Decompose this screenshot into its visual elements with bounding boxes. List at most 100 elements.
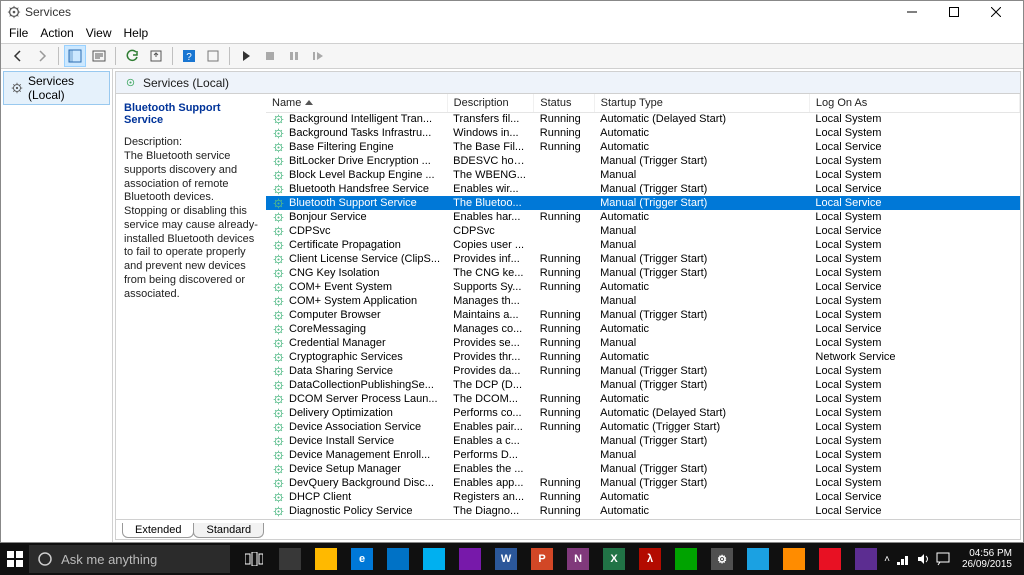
service-row[interactable]: Block Level Backup Engine ...The WBENG..… <box>266 168 1020 182</box>
column-header[interactable]: Status <box>534 94 594 112</box>
tray-chevron-up-icon[interactable]: ˄ <box>884 554 890 565</box>
taskbar-app[interactable]: X <box>596 543 632 575</box>
gear-icon <box>272 449 285 462</box>
tab-extended[interactable]: Extended <box>122 523 194 538</box>
toolbar-button[interactable] <box>202 45 224 67</box>
taskbar-app[interactable] <box>776 543 812 575</box>
minimize-button[interactable] <box>891 1 933 23</box>
list-scroll[interactable]: NameDescriptionStatusStartup TypeLog On … <box>266 94 1020 519</box>
taskbar-app[interactable] <box>812 543 848 575</box>
gear-icon <box>272 463 285 476</box>
service-row[interactable]: Device Install ServiceEnables a c...Manu… <box>266 434 1020 448</box>
show-hide-tree-button[interactable] <box>64 45 86 67</box>
tray-network-icon[interactable] <box>896 552 910 566</box>
tree-node-services-local[interactable]: Services (Local) <box>3 71 110 105</box>
service-row[interactable]: Certificate PropagationCopies user ...Ma… <box>266 238 1020 252</box>
taskbar-app[interactable]: ⚙ <box>704 543 740 575</box>
service-row[interactable]: BitLocker Drive Encryption ...BDESVC hos… <box>266 154 1020 168</box>
tray-volume-icon[interactable] <box>916 552 930 566</box>
menu-file[interactable]: File <box>9 26 28 40</box>
taskbar-app[interactable]: e <box>344 543 380 575</box>
cell: Manual (Trigger Start) <box>594 434 809 448</box>
service-row[interactable]: Bluetooth Support ServiceThe Bluetoo...M… <box>266 196 1020 210</box>
help-button[interactable]: ? <box>178 45 200 67</box>
gear-icon <box>272 505 285 518</box>
menu-action[interactable]: Action <box>40 26 73 40</box>
service-row[interactable]: COM+ Event SystemSupports Sy...RunningAu… <box>266 280 1020 294</box>
gear-icon <box>272 379 285 392</box>
service-row[interactable]: Device Management Enroll...Performs D...… <box>266 448 1020 462</box>
pause-service-button[interactable] <box>283 45 305 67</box>
column-header[interactable]: Log On As <box>809 94 1019 112</box>
service-row[interactable]: Delivery OptimizationPerforms co...Runni… <box>266 406 1020 420</box>
services-window: Services File Action View Help ? <box>0 0 1024 543</box>
service-row[interactable]: Computer BrowserMaintains a...RunningMan… <box>266 308 1020 322</box>
service-row[interactable]: Bluetooth Handsfree ServiceEnables wir..… <box>266 182 1020 196</box>
app-icon <box>7 5 21 19</box>
taskbar-app[interactable]: W <box>488 543 524 575</box>
cell: Manual (Trigger Start) <box>594 476 809 490</box>
menu-help[interactable]: Help <box>124 26 149 40</box>
taskbar-app[interactable] <box>416 543 452 575</box>
menu-view[interactable]: View <box>86 26 112 40</box>
service-row[interactable]: DataCollectionPublishingSe...The DCP (D.… <box>266 378 1020 392</box>
service-row[interactable]: Bonjour ServiceEnables har...RunningAuto… <box>266 210 1020 224</box>
cell <box>534 154 594 168</box>
taskbar-app[interactable] <box>848 543 884 575</box>
service-row[interactable]: COM+ System ApplicationManages th...Manu… <box>266 294 1020 308</box>
column-header[interactable]: Name <box>266 94 447 112</box>
service-row[interactable]: Data Sharing ServiceProvides da...Runnin… <box>266 364 1020 378</box>
tab-standard[interactable]: Standard <box>193 523 264 538</box>
taskbar-app[interactable] <box>452 543 488 575</box>
cell <box>534 378 594 392</box>
column-header[interactable]: Description <box>447 94 534 112</box>
gear-icon <box>272 267 285 280</box>
clock[interactable]: 04:56 PM 26/09/2015 <box>956 548 1018 570</box>
service-row[interactable]: CDPSvcCDPSvcManualLocal Service <box>266 224 1020 238</box>
service-row[interactable]: Diagnostic Policy ServiceThe Diagno...Ru… <box>266 504 1020 518</box>
taskbar-app[interactable]: N <box>560 543 596 575</box>
service-row[interactable]: DevQuery Background Disc...Enables app..… <box>266 476 1020 490</box>
service-row[interactable]: Background Intelligent Tran...Transfers … <box>266 112 1020 126</box>
service-row[interactable]: Device Association ServiceEnables pair..… <box>266 420 1020 434</box>
taskbar-app[interactable] <box>380 543 416 575</box>
back-button[interactable] <box>7 45 29 67</box>
start-service-button[interactable] <box>235 45 257 67</box>
task-view-button[interactable] <box>236 543 272 575</box>
tray-action-center-icon[interactable] <box>936 552 950 566</box>
taskbar-app[interactable] <box>740 543 776 575</box>
cell: Local System <box>809 364 1019 378</box>
service-row[interactable]: Base Filtering EngineThe Base Fil...Runn… <box>266 140 1020 154</box>
cell: Manual (Trigger Start) <box>594 378 809 392</box>
export-button[interactable] <box>145 45 167 67</box>
start-button[interactable] <box>0 543 29 575</box>
taskbar-app[interactable]: P <box>524 543 560 575</box>
column-header[interactable]: Startup Type <box>594 94 809 112</box>
service-row[interactable]: Client License Service (ClipS...Provides… <box>266 252 1020 266</box>
service-row[interactable]: Device Setup ManagerEnables the ...Manua… <box>266 462 1020 476</box>
search-box[interactable]: Ask me anything <box>29 545 230 573</box>
service-row[interactable]: Cryptographic ServicesProvides thr...Run… <box>266 350 1020 364</box>
taskbar-app[interactable] <box>272 543 308 575</box>
stop-service-button[interactable] <box>259 45 281 67</box>
taskbar-app[interactable] <box>668 543 704 575</box>
maximize-button[interactable] <box>933 1 975 23</box>
cell: Running <box>534 336 594 350</box>
taskbar-app[interactable]: λ <box>632 543 668 575</box>
service-row[interactable]: Background Tasks Infrastru...Windows in.… <box>266 126 1020 140</box>
service-row[interactable]: CNG Key IsolationThe CNG ke...RunningMan… <box>266 266 1020 280</box>
close-button[interactable] <box>975 1 1017 23</box>
forward-button[interactable] <box>31 45 53 67</box>
service-row[interactable]: Credential ManagerProvides se...RunningM… <box>266 336 1020 350</box>
service-row[interactable]: DHCP ClientRegisters an...RunningAutomat… <box>266 490 1020 504</box>
properties-button[interactable] <box>88 45 110 67</box>
restart-service-button[interactable] <box>307 45 329 67</box>
cell: Certificate Propagation <box>266 238 447 252</box>
cell: Client License Service (ClipS... <box>266 252 447 266</box>
taskbar-app[interactable] <box>308 543 344 575</box>
service-row[interactable]: DCOM Server Process Laun...The DCOM...Ru… <box>266 392 1020 406</box>
service-row[interactable]: CoreMessagingManages co...RunningAutomat… <box>266 322 1020 336</box>
cell <box>534 294 594 308</box>
cell: Automatic <box>594 322 809 336</box>
refresh-button[interactable] <box>121 45 143 67</box>
